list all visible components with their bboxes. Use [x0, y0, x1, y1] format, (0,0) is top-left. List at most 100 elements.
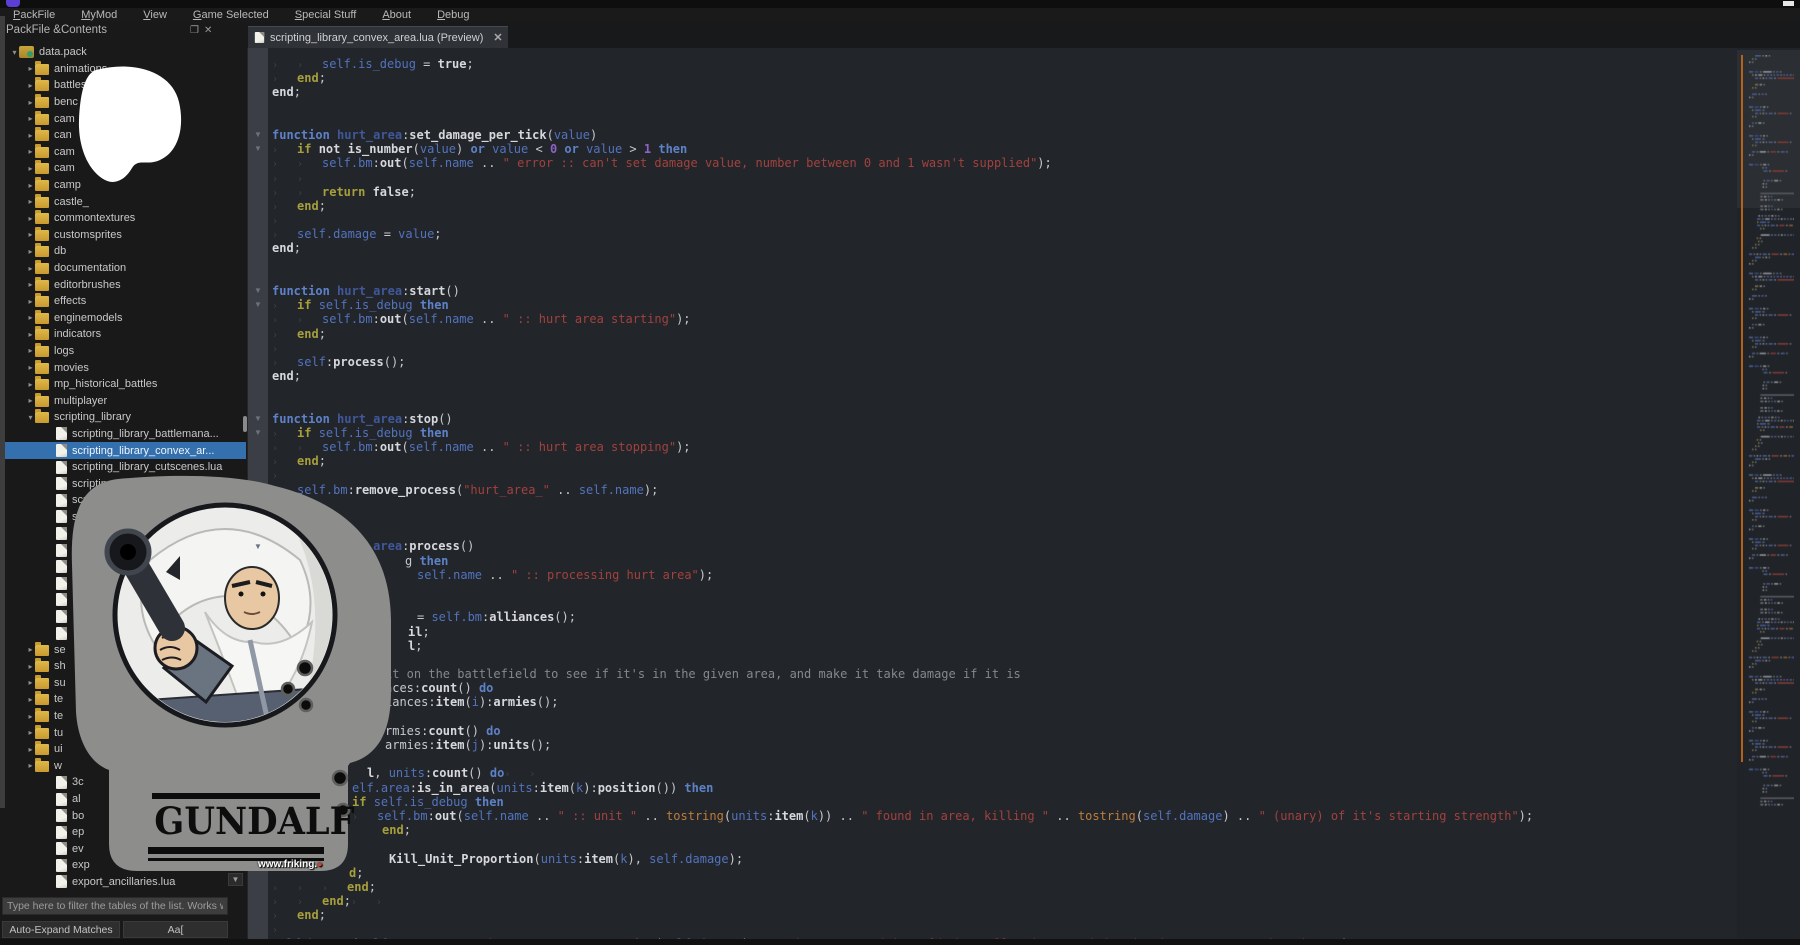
tree-row[interactable]: bo [0, 807, 246, 824]
tree-row[interactable]: ▸te [0, 708, 246, 725]
chevron-right-icon[interactable]: ▸ [26, 761, 35, 770]
chevron-right-icon[interactable]: ▸ [26, 346, 35, 355]
tree-row[interactable]: ▸indicators [0, 326, 246, 343]
tree-row[interactable]: ▸mp_historical_battles [0, 376, 246, 393]
tree-row[interactable] [0, 525, 246, 542]
chevron-right-icon[interactable]: ▸ [26, 164, 35, 173]
tree-row[interactable]: 3c [0, 774, 246, 791]
chevron-down-icon[interactable]: ▾ [26, 413, 35, 422]
chevron-right-icon[interactable]: ▸ [26, 280, 35, 289]
menu-about[interactable]: About [369, 9, 424, 21]
chevron-right-icon[interactable]: ▸ [26, 98, 35, 107]
chevron-right-icon[interactable]: ▸ [26, 712, 35, 721]
tree-row[interactable]: ▸sh [0, 658, 246, 675]
tree-row[interactable] [0, 592, 246, 609]
tree-row[interactable]: ▸effects [0, 293, 246, 310]
tree-row[interactable]: ▾data.pack [0, 44, 246, 61]
chevron-right-icon[interactable]: ▸ [26, 313, 35, 322]
tab-scripting-library-convex-area[interactable]: scripting_library_convex_area.lua (Previ… [248, 26, 508, 48]
tree-row[interactable]: ev [0, 841, 246, 858]
menu-game-selected[interactable]: Game Selected [180, 9, 282, 21]
tree-row[interactable]: ▸castle_ [0, 193, 246, 210]
tree-row[interactable]: ▸cam [0, 160, 246, 177]
tree-row[interactable]: ▸tu [0, 724, 246, 741]
case-sensitive-button[interactable]: Aa[ [123, 921, 228, 938]
tree-row[interactable]: ▸ui [0, 741, 246, 758]
tree-row[interactable]: ▸can [0, 127, 246, 144]
tree-row[interactable] [0, 558, 246, 575]
tree-row[interactable]: scripting_library_firestorm_... [0, 492, 246, 509]
chevron-right-icon[interactable]: ▸ [26, 695, 35, 704]
chevron-right-icon[interactable]: ▸ [26, 645, 35, 654]
close-panel-icon[interactable]: ✕ [204, 25, 212, 36]
fold-marker-icon[interactable]: ▼ [248, 428, 268, 437]
fold-marker-icon[interactable]: ▼ [248, 542, 268, 551]
tree-row[interactable]: exp [0, 857, 246, 874]
tree-row[interactable]: scripting_library_battlemana... [0, 426, 246, 443]
tree-row[interactable]: scripting_library_misc.lua [0, 509, 246, 526]
tree-row[interactable]: ▸db [0, 243, 246, 260]
chevron-right-icon[interactable]: ▸ [26, 380, 35, 389]
tree-row[interactable]: ep [0, 824, 246, 841]
chevron-right-icon[interactable]: ▸ [26, 728, 35, 737]
tree-row[interactable]: ▸cam [0, 110, 246, 127]
tree-row[interactable]: ▸customsprites [0, 227, 246, 244]
tree-row[interactable]: ▸logs [0, 343, 246, 360]
tree-row[interactable]: ▸te [0, 691, 246, 708]
code-folding-gutter[interactable] [248, 48, 268, 939]
tree-filter-input[interactable] [2, 897, 228, 915]
chevron-right-icon[interactable]: ▸ [26, 214, 35, 223]
chevron-right-icon[interactable]: ▸ [26, 678, 35, 687]
chevron-right-icon[interactable]: ▸ [26, 147, 35, 156]
menu-debug[interactable]: Debug [424, 9, 482, 21]
chevron-down-icon[interactable]: ▾ [10, 48, 19, 57]
tree-row[interactable]: ▸benc [0, 94, 246, 111]
chevron-right-icon[interactable]: ▸ [26, 81, 35, 90]
chevron-right-icon[interactable]: ▸ [26, 330, 35, 339]
chevron-right-icon[interactable]: ▸ [26, 230, 35, 239]
fold-marker-icon[interactable]: ▼ [248, 130, 268, 139]
tree-row[interactable]: scripting_library_escape_ma... [0, 475, 246, 492]
tree-row[interactable]: ▸su [0, 675, 246, 692]
fold-marker-icon[interactable]: ▼ [248, 286, 268, 295]
chevron-right-icon[interactable]: ▸ [26, 264, 35, 273]
tree-row[interactable]: al [0, 791, 246, 808]
chevron-right-icon[interactable]: ▸ [26, 396, 35, 405]
fold-marker-icon[interactable]: ▼ [248, 414, 268, 423]
chevron-right-icon[interactable]: ▸ [26, 297, 35, 306]
tree-scroll-down-button[interactable]: ▼ [228, 873, 243, 886]
auto-expand-matches-button[interactable]: Auto-Expand Matches [2, 921, 120, 938]
chevron-right-icon[interactable]: ▸ [26, 131, 35, 140]
tree-row[interactable]: ▸camp [0, 177, 246, 194]
tab-close-icon[interactable]: ✕ [493, 31, 502, 44]
tree-row[interactable] [0, 608, 246, 625]
tree-row[interactable]: ▸w [0, 758, 246, 775]
tree-row[interactable]: ▸editorbrushes [0, 276, 246, 293]
chevron-right-icon[interactable]: ▸ [26, 181, 35, 190]
tree-row[interactable]: scripting_library_cutscenes.lua [0, 459, 246, 476]
tree-row[interactable] [0, 625, 246, 642]
chevron-right-icon[interactable]: ▸ [26, 64, 35, 73]
window-control-button[interactable] [1783, 1, 1794, 6]
menu-special-stuff[interactable]: Special Stuff [282, 9, 370, 21]
chevron-right-icon[interactable]: ▸ [26, 247, 35, 256]
tree-row[interactable]: ▸movies [0, 359, 246, 376]
tree-row[interactable]: ▸cam [0, 144, 246, 161]
chevron-right-icon[interactable]: ▸ [26, 197, 35, 206]
tree-row[interactable]: ▸documentation [0, 260, 246, 277]
fold-marker-icon[interactable]: ▼ [248, 144, 268, 153]
tree-row[interactable]: ▸animations [0, 61, 246, 78]
tree-row[interactable]: ▸battles [0, 77, 246, 94]
tree-row[interactable]: scripting_library_convex_ar... [0, 442, 246, 459]
tree-row[interactable]: ▸commontextures [0, 210, 246, 227]
tree-row[interactable]: export_ancillaries.lua [0, 874, 246, 891]
tree-row[interactable]: ▸enginemodels [0, 310, 246, 327]
float-panel-icon[interactable]: ❐ [190, 25, 199, 36]
chevron-right-icon[interactable]: ▸ [26, 662, 35, 671]
menu-packfile[interactable]: PackFile [0, 9, 68, 21]
tree-row[interactable]: ▸se [0, 641, 246, 658]
menu-view[interactable]: View [130, 9, 180, 21]
chevron-right-icon[interactable]: ▸ [26, 745, 35, 754]
fold-marker-icon[interactable]: ▼ [248, 300, 268, 309]
chevron-right-icon[interactable]: ▸ [26, 114, 35, 123]
